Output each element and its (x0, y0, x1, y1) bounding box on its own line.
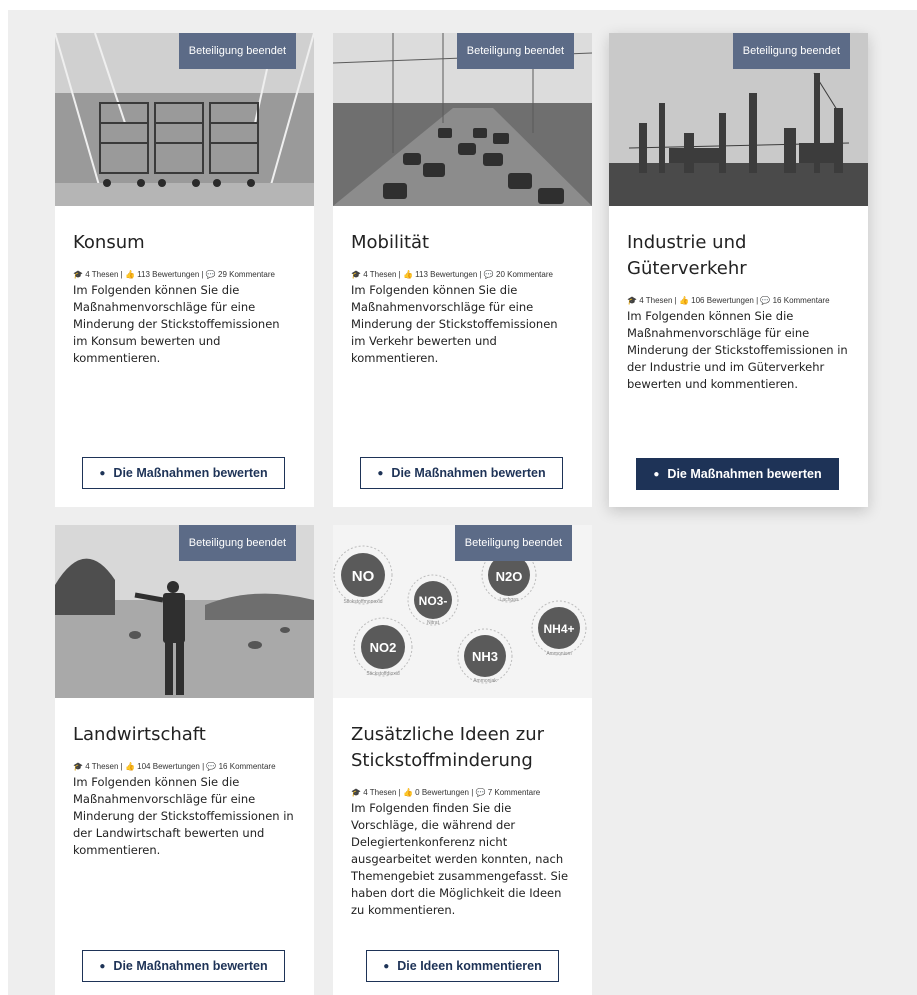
thumbs-up-icon: 👍 (402, 788, 413, 797)
thumbs-up-icon: 👍 (124, 762, 135, 771)
project-card-konsum[interactable]: Beteiligung beendet Konsum 🎓 4 Thesen | … (55, 33, 314, 507)
molecule-label: NO3- (419, 594, 448, 608)
status-badge: Beteiligung beendet (456, 33, 574, 69)
project-grid: Beteiligung beendet Konsum 🎓 4 Thesen | … (8, 10, 917, 995)
molecule-caption: Lachgas (500, 597, 519, 603)
molecule-label: NH3 (472, 649, 498, 664)
molecule-label: NH4+ (543, 622, 574, 636)
card-title[interactable]: Industrie und Güterverkehr (627, 230, 850, 282)
comment-icon: ● (653, 468, 660, 480)
graduation-cap-icon: 🎓 (627, 296, 637, 305)
molecule-caption: Ammonium (546, 651, 571, 657)
comments-icon: 💬 (475, 788, 486, 797)
card-title[interactable]: Zusätzliche Ideen zur Stickstoffminderun… (351, 722, 574, 774)
comment-icon: ● (377, 467, 384, 479)
molecule-caption: Ammoniak (473, 678, 497, 684)
project-card-industrie[interactable]: Beteiligung beendet Industrie und Güterv… (609, 33, 868, 507)
graduation-cap-icon: 🎓 (73, 762, 83, 771)
project-card-mobilitaet[interactable]: Beteiligung beendet Mobilität 🎓 4 Thesen… (333, 33, 592, 507)
molecule-label: N2O (496, 569, 523, 584)
card-image-industrial-plant: Beteiligung beendet (609, 33, 868, 206)
card-stats: 🎓 4 Thesen | 👍 113 Bewertungen | 💬 20 Ko… (351, 270, 553, 279)
card-description: Im Folgenden können Sie die Maßnahmenvor… (627, 309, 848, 391)
comments-icon: 💬 (483, 270, 494, 279)
comment-icon: ● (383, 960, 390, 972)
molecule-label: NO (352, 568, 375, 585)
molecule-label: NO2 (370, 640, 397, 655)
molecule-caption: Stickstoffdioxid (366, 671, 399, 677)
card-stats: 🎓 4 Thesen | 👍 0 Bewertungen | 💬 7 Komme… (351, 788, 541, 797)
rate-measures-button[interactable]: ● Die Maßnahmen bewerten (82, 950, 285, 982)
card-image-farmer-field: Beteiligung beendet (55, 525, 314, 698)
card-stats: 🎓 4 Thesen | 👍 113 Bewertungen | 💬 29 Ko… (73, 270, 275, 279)
project-card-zusaetzliche-ideen[interactable]: NO NO3- N2O NH4+ NO2 NH3 Stickstoffmonox… (333, 525, 592, 995)
molecule-caption: Nitrat (427, 620, 440, 626)
comments-icon: 💬 (760, 296, 771, 305)
card-description: Im Folgenden können Sie die Maßnahmenvor… (73, 775, 294, 857)
graduation-cap-icon: 🎓 (351, 270, 361, 279)
project-card-landwirtschaft[interactable]: Beteiligung beendet Landwirtschaft 🎓 4 T… (55, 525, 314, 995)
rate-measures-button[interactable]: ● Die Maßnahmen bewerten (636, 458, 839, 490)
card-image-highway-traffic: Beteiligung beendet (333, 33, 592, 206)
comments-icon: 💬 (205, 270, 216, 279)
card-title[interactable]: Mobilität (351, 230, 574, 256)
comments-icon: 💬 (206, 762, 217, 771)
card-stats: 🎓 4 Thesen | 👍 106 Bewertungen | 💬 16 Ko… (627, 296, 830, 305)
card-image-shopping-carts: Beteiligung beendet (55, 33, 314, 206)
thumbs-up-icon: 👍 (402, 270, 413, 279)
card-description: Im Folgenden können Sie die Maßnahmenvor… (351, 283, 558, 365)
card-description: Im Folgenden können Sie die Maßnahmenvor… (73, 283, 280, 365)
card-stats: 🎓 4 Thesen | 👍 104 Bewertungen | 💬 16 Ko… (73, 762, 276, 771)
graduation-cap-icon: 🎓 (73, 270, 83, 279)
rate-measures-button[interactable]: ● Die Maßnahmen bewerten (360, 457, 563, 489)
card-title[interactable]: Landwirtschaft (73, 722, 296, 748)
card-image-nitrogen-molecules: NO NO3- N2O NH4+ NO2 NH3 Stickstoffmonox… (333, 525, 592, 698)
status-badge: Beteiligung beendet (732, 33, 850, 69)
comment-ideas-button[interactable]: ● Die Ideen kommentieren (366, 950, 559, 982)
rate-measures-button[interactable]: ● Die Maßnahmen bewerten (82, 457, 285, 489)
status-badge: Beteiligung beendet (178, 525, 296, 561)
status-badge: Beteiligung beendet (178, 33, 296, 69)
comment-icon: ● (99, 960, 106, 972)
card-description: Im Folgenden finden Sie die Vorschläge, … (351, 801, 569, 917)
comment-icon: ● (99, 467, 106, 479)
status-badge: Beteiligung beendet (454, 525, 572, 561)
molecule-caption: Stickstoffmonoxid (343, 599, 382, 605)
thumbs-up-icon: 👍 (678, 296, 689, 305)
thumbs-up-icon: 👍 (124, 270, 135, 279)
card-title[interactable]: Konsum (73, 230, 296, 256)
graduation-cap-icon: 🎓 (351, 788, 361, 797)
